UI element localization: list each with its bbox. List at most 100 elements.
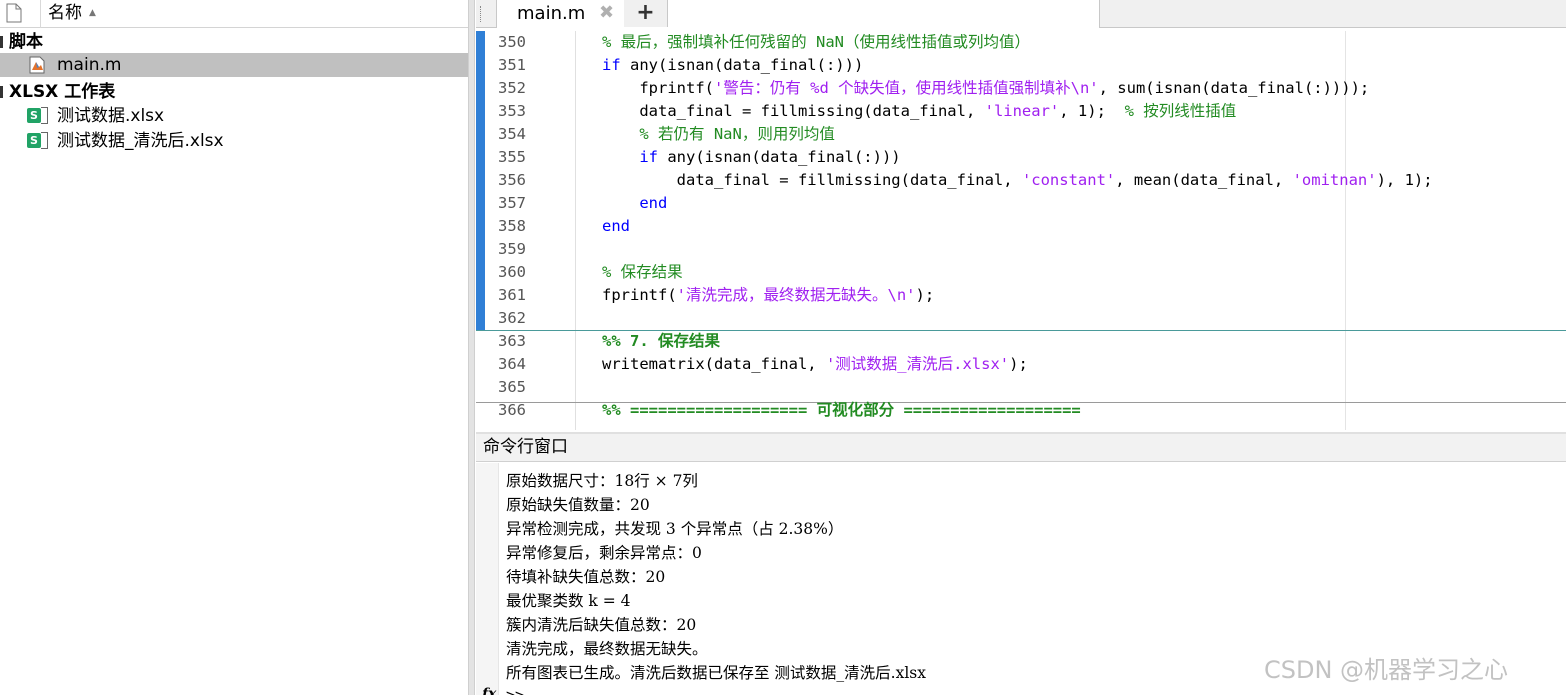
code-line[interactable]: 355 if any(isnan(data_final(:))) [476,146,1566,169]
line-number[interactable]: 358 [476,215,526,238]
group-label: 脚本 [9,32,43,52]
code-text[interactable]: writematrix(data_final, '测试数据_清洗后.xlsx')… [602,353,1028,376]
code-editor: main.m ✖ + 350 % 最后，强制填补任何残留的 NaN（使用线性插值或… [476,0,1566,430]
close-icon[interactable]: ✖ [599,1,614,25]
line-number[interactable]: 354 [476,123,526,146]
watermark: CSDN @机器学习之心 [1264,656,1509,684]
code-text[interactable]: end [602,192,667,215]
add-tab-button[interactable]: + [624,0,668,27]
code-token: any(isnan(data_final(:))) [658,148,901,166]
code-text[interactable]: fprintf('警告：仍有 %d 个缺失值，使用线性插值强制填补\n', su… [602,77,1369,100]
code-line[interactable]: 352 fprintf('警告：仍有 %d 个缺失值，使用线性插值强制填补\n'… [476,77,1566,100]
line-number[interactable]: 363 [476,330,526,353]
code-text[interactable]: % 最后，强制填补任何残留的 NaN（使用线性插值或列均值） [602,31,1030,54]
code-token: if [639,148,658,166]
code-token: fprintf( [602,286,677,304]
code-token: '清洗完成，最终数据无缺失。\n' [676,286,916,304]
code-text[interactable]: if any(isnan(data_final(:))) [602,54,863,77]
code-line[interactable]: 360 % 保存结果 [476,261,1566,284]
line-number[interactable]: 355 [476,146,526,169]
line-number[interactable]: 366 [476,399,526,422]
code-line[interactable]: 354 % 若仍有 NaN，则用列均值 [476,123,1566,146]
tab-main-m[interactable]: main.m ✖ [496,0,1100,28]
line-number[interactable]: 365 [476,376,526,399]
output-line: 异常检测完成，共发现 3 个异常点（占 2.38%） [506,520,844,538]
code-token: fprintf( [639,79,714,97]
code-line[interactable]: 359 [476,238,1566,261]
line-number[interactable]: 353 [476,100,526,123]
file-browser-panel: 名称 ▲ 脚本 main.m XLSX 工作表 S 测试数据.xlsx S 测试… [0,0,468,695]
code-text[interactable]: if any(isnan(data_final(:))) [602,146,901,169]
function-browser-icon[interactable]: fx [482,686,496,695]
code-token: ), 1); [1376,171,1433,189]
output-line: 所有图表已生成。清洗后数据已保存至 测试数据_清洗后.xlsx [506,664,927,682]
line-number[interactable]: 357 [476,192,526,215]
code-text[interactable]: % 若仍有 NaN，则用列均值 [602,123,835,146]
file-browser-header: 名称 ▲ [0,0,468,28]
line-number[interactable]: 362 [476,307,526,330]
line-number[interactable]: 360 [476,261,526,284]
code-line[interactable]: 350 % 最后，强制填补任何残留的 NaN（使用线性插值或列均值） [476,31,1566,54]
code-text[interactable]: % 保存结果 [602,261,683,284]
matlab-script-icon [29,56,45,74]
command-window-gutter [476,463,499,695]
code-text[interactable]: %% =================== 可视化部分 ===========… [602,399,1081,422]
code-line[interactable]: 351 if any(isnan(data_final(:))) [476,54,1566,77]
line-number[interactable]: 356 [476,169,526,192]
line-number[interactable]: 364 [476,353,526,376]
command-window-title[interactable]: 命令行窗口 [476,434,1566,462]
line-number[interactable]: 352 [476,77,526,100]
code-token: end [639,194,668,212]
code-token: % 最后，强制填补任何残留的 NaN（使用线性插值或列均值） [602,33,1030,51]
code-token: '警告：仍有 %d 个缺失值，使用线性插值强制填补\n' [713,79,1099,97]
file-row-main-m[interactable]: main.m [0,53,468,77]
code-line[interactable]: 353 data_final = fillmissing(data_final,… [476,100,1566,123]
output-line: 最优聚类数 k = 4 [506,592,631,610]
code-line[interactable]: 364 writematrix(data_final, '测试数据_清洗后.xls… [476,353,1566,376]
code-line[interactable]: 363 %% 7. 保存结果 [476,330,1566,353]
group-header-scripts[interactable]: 脚本 [0,30,468,54]
code-text[interactable]: %% 7. 保存结果 [602,330,720,353]
code-line[interactable]: 357 end [476,192,1566,215]
code-token: , 1); [1059,102,1125,120]
sort-ascending-icon[interactable]: ▲ [89,8,96,18]
editor-tab-bar: main.m ✖ + [476,0,1566,28]
code-text[interactable]: end [602,215,630,238]
column-header-name[interactable]: 名称 [48,3,82,23]
output-line: 原始数据尺寸：18行 × 7列 [506,472,698,490]
line-number[interactable]: 350 [476,31,526,54]
line-number[interactable]: 351 [476,54,526,77]
file-row-test-data-cleaned[interactable]: S 测试数据_清洗后.xlsx [0,129,468,153]
code-area[interactable]: 350 % 最后，强制填补任何残留的 NaN（使用线性插值或列均值） 351 if a… [476,31,1566,430]
file-name: main.m [57,55,122,75]
code-token: % 保存结果 [602,263,683,281]
code-token: writematrix(data_final, [602,355,826,373]
collapse-marker-icon[interactable] [0,86,3,98]
code-line[interactable]: 361 fprintf('清洗完成，最终数据无缺失。\n'); [476,284,1566,307]
file-row-test-data[interactable]: S 测试数据.xlsx [0,104,468,128]
code-text[interactable]: fprintf('清洗完成，最终数据无缺失。\n'); [602,284,934,307]
output-line: 清洗完成，最终数据无缺失。 [506,640,708,658]
code-line[interactable]: 358 end [476,215,1566,238]
code-line[interactable]: 365 [476,376,1566,399]
code-line[interactable]: 362 [476,307,1566,330]
excel-page-icon [41,132,48,149]
group-header-xlsx[interactable]: XLSX 工作表 [0,80,468,104]
collapse-marker-icon[interactable] [0,36,3,48]
tab-grip-icon[interactable] [480,6,483,22]
code-text[interactable]: data_final = fillmissing(data_final, 'li… [602,100,1236,123]
code-token: ); [915,286,935,304]
code-line[interactable]: 356 data_final = fillmissing(data_final,… [476,169,1566,192]
command-prompt[interactable]: >> [506,686,524,695]
tab-label[interactable]: main.m [517,2,585,26]
code-line[interactable]: 366 %% =================== 可视化部分 ========… [476,399,1566,422]
line-number[interactable]: 361 [476,284,526,307]
panel-splitter[interactable] [468,0,475,695]
output-line: 原始缺失值数量：20 [506,496,650,514]
line-number[interactable]: 359 [476,238,526,261]
code-text[interactable]: data_final = fillmissing(data_final, 'co… [602,169,1433,192]
code-token: %% =================== 可视化部分 ===========… [602,401,1081,419]
